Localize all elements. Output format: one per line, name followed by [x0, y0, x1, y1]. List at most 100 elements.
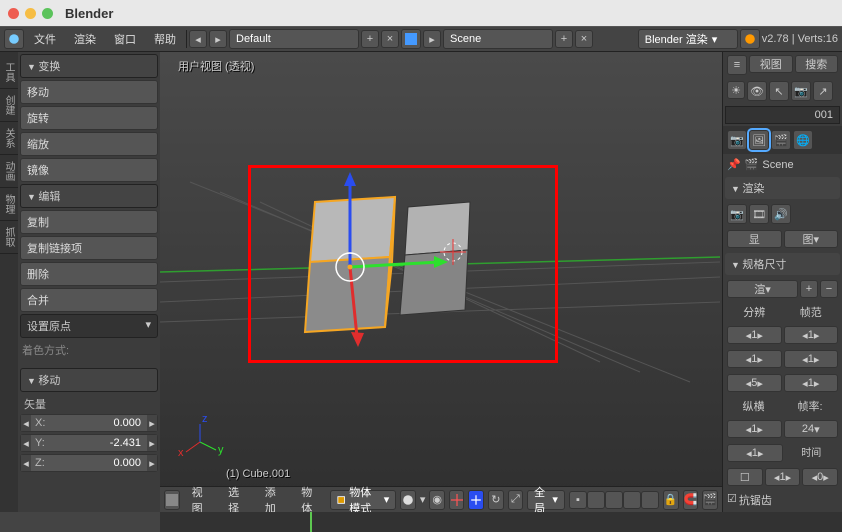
editor-type-3dview-icon[interactable]	[164, 490, 180, 510]
pivot-icon[interactable]: ◉	[429, 490, 445, 510]
render-heading[interactable]: 渲染	[725, 177, 840, 199]
border-checkbox[interactable]: ☐	[727, 468, 763, 486]
visibility-toggle-icon[interactable]: ☀	[727, 81, 745, 99]
back-icon[interactable]: ◂	[189, 30, 207, 48]
left-tab-relations[interactable]: 关系	[0, 122, 18, 155]
set-origin-dropdown[interactable]: 设置原点▾	[20, 314, 158, 338]
mirror-button[interactable]: 镜像	[20, 158, 158, 182]
layer-button[interactable]	[587, 491, 605, 509]
eye-icon[interactable]: 👁	[747, 81, 767, 101]
edit-panel-heading[interactable]: 编辑	[20, 184, 158, 208]
dimensions-heading[interactable]: 规格尺寸	[725, 253, 840, 275]
frame-step-field[interactable]: ◂1▸	[784, 374, 839, 392]
render-preset-dropdown[interactable]: 渲▾	[727, 280, 798, 298]
view-tab[interactable]: 视图	[749, 55, 793, 73]
layer-button[interactable]	[605, 491, 623, 509]
preset-remove-icon[interactable]: −	[820, 280, 838, 298]
render-menu[interactable]: 渲染	[66, 31, 104, 47]
orientation-dropdown[interactable]: 全局▾	[527, 490, 565, 510]
delete-button[interactable]: 删除	[20, 262, 158, 286]
select-menu[interactable]: 选择	[220, 484, 253, 513]
aspect-x-field[interactable]: ◂1▸	[727, 420, 782, 438]
minimize-window-button[interactable]	[25, 8, 36, 19]
left-tab-create[interactable]: 创建	[0, 89, 18, 122]
res-y-field[interactable]: ◂1▸	[727, 350, 782, 368]
scene-dropdown[interactable]: Scene	[443, 29, 553, 49]
aa-checkbox[interactable]: ☑	[727, 492, 737, 508]
mode-dropdown[interactable]: 物体模式▾	[330, 490, 396, 510]
object-menu[interactable]: 物体	[293, 484, 326, 513]
playhead[interactable]	[310, 512, 312, 532]
res-x-field[interactable]: ◂1▸	[727, 326, 782, 344]
prop-render-layers-icon[interactable]: 🖼	[749, 130, 769, 150]
view-menu[interactable]: 视图	[184, 484, 217, 513]
scene-browse-icon[interactable]	[401, 29, 421, 49]
3d-viewport[interactable]: 用户视图 (透视)	[160, 52, 722, 512]
time-remap-old[interactable]: ◂1▸	[765, 468, 801, 486]
left-tab-tools[interactable]: 工具	[0, 56, 18, 89]
close-window-button[interactable]	[8, 8, 19, 19]
display-dropdown[interactable]: 显	[727, 230, 782, 248]
translate-manipulator-icon[interactable]	[468, 490, 484, 510]
layer-button[interactable]	[623, 491, 641, 509]
rotate-button[interactable]: 旋转	[20, 106, 158, 130]
scene-add-icon[interactable]: +	[555, 30, 573, 48]
fps-dropdown[interactable]: 24 ▾	[784, 420, 839, 438]
time-remap-new[interactable]: ◂0▸	[802, 468, 838, 486]
scale-button[interactable]: 缩放	[20, 132, 158, 156]
left-tab-anim[interactable]: 动画	[0, 155, 18, 188]
n-panel-icon[interactable]: ≡	[727, 55, 747, 75]
layout-dropdown[interactable]: Default	[229, 29, 359, 49]
frame-start-field[interactable]: ◂1▸	[784, 326, 839, 344]
operator-panel-heading[interactable]: 移动	[20, 368, 158, 392]
render-preview-icon[interactable]: 🎬	[702, 490, 718, 510]
camera-restrict-icon[interactable]: 📷	[791, 81, 811, 101]
scene-remove-icon[interactable]: ×	[575, 30, 593, 48]
aspect-y-field[interactable]: ◂1▸	[727, 444, 783, 462]
x-value-field[interactable]: ◂X:0.000▸	[20, 414, 158, 432]
duplicate-linked-button[interactable]: 复制链接项	[20, 236, 158, 260]
pin-icon[interactable]: 📌	[727, 158, 741, 171]
fwd2-icon[interactable]: ▸	[423, 30, 441, 48]
y-value-field[interactable]: ◂Y:-2.431▸	[20, 434, 158, 452]
outliner-root[interactable]: Scene	[762, 159, 793, 171]
fwd-icon[interactable]: ▸	[209, 30, 227, 48]
transform-panel-heading[interactable]: 变换	[20, 54, 158, 78]
manipulator-toggle-icon[interactable]	[449, 490, 465, 510]
snap-magnet-icon[interactable]: 🧲	[683, 490, 699, 510]
search-tab[interactable]: 搜索	[795, 55, 839, 73]
preset-add-icon[interactable]: +	[800, 280, 818, 298]
translate-button[interactable]: 移动	[20, 80, 158, 104]
prop-scene-icon[interactable]: 🎬	[771, 130, 791, 150]
maximize-window-button[interactable]	[42, 8, 53, 19]
timeline-editor[interactable]	[0, 512, 842, 532]
scale-manipulator-icon[interactable]: ⤢	[508, 490, 524, 510]
layer-button[interactable]	[641, 491, 659, 509]
render-anim-icon[interactable]: 🎞	[749, 204, 769, 224]
render-audio-icon[interactable]: 🔊	[771, 204, 791, 224]
prop-world-icon[interactable]: 🌐	[793, 130, 813, 150]
z-value-field[interactable]: ◂Z:0.000▸	[20, 454, 158, 472]
res-pct-field[interactable]: ◂5▸	[727, 374, 782, 392]
left-tab-grab[interactable]: 抓取	[0, 221, 18, 254]
render-engine-dropdown[interactable]: Blender 渲染▾	[638, 29, 738, 49]
layout-add-icon[interactable]: +	[361, 30, 379, 48]
arrow-restrict-icon[interactable]: ↗	[813, 81, 833, 101]
duplicate-button[interactable]: 复制	[20, 210, 158, 234]
layout-remove-icon[interactable]: ×	[381, 30, 399, 48]
help-menu[interactable]: 帮助	[146, 31, 184, 47]
cursor-icon[interactable]: ↖	[769, 81, 789, 101]
left-tab-physics[interactable]: 物理	[0, 188, 18, 221]
lock-camera-icon[interactable]: 🔒	[663, 490, 679, 510]
frame-end-field[interactable]: ◂1▸	[784, 350, 839, 368]
editor-type-icon[interactable]	[4, 29, 24, 49]
shading-solid-icon[interactable]	[400, 490, 416, 510]
rotate-manipulator-icon[interactable]: ↻	[488, 490, 504, 510]
window-menu[interactable]: 窗口	[106, 31, 144, 47]
prop-render-icon[interactable]: 📷	[727, 130, 747, 150]
layer-button[interactable]: ▪	[569, 491, 587, 509]
add-menu[interactable]: 添加	[257, 484, 290, 513]
file-menu[interactable]: 文件	[26, 31, 64, 47]
join-button[interactable]: 合并	[20, 288, 158, 312]
display-image-dropdown[interactable]: 图▾	[784, 230, 839, 248]
